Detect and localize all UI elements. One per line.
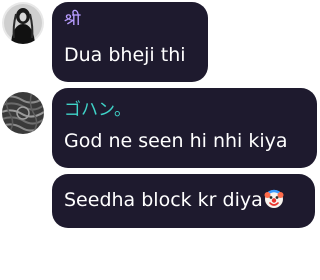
- message-text: Dua bheji thi: [64, 44, 186, 66]
- message-bubble-1[interactable]: श्री Dua bheji thi: [52, 2, 208, 82]
- sender-name[interactable]: ゴハン。: [64, 100, 131, 120]
- sender-name[interactable]: श्री: [64, 10, 80, 30]
- message-bubble-3[interactable]: Seedha block kr diya: [52, 174, 315, 228]
- avatar-sender-1[interactable]: [2, 2, 44, 44]
- message-text: God ne seen hi nhi kiya: [64, 130, 288, 152]
- avatar-image: [2, 92, 44, 134]
- clown-face-icon: [264, 189, 284, 209]
- message-bubble-2[interactable]: ゴハン。 God ne seen hi nhi kiya: [52, 88, 317, 168]
- avatar-sender-2[interactable]: [2, 92, 44, 134]
- avatar-image: [2, 2, 44, 44]
- message-text-content: Seedha block kr diya: [64, 189, 263, 211]
- message-text: Seedha block kr diya: [64, 189, 284, 211]
